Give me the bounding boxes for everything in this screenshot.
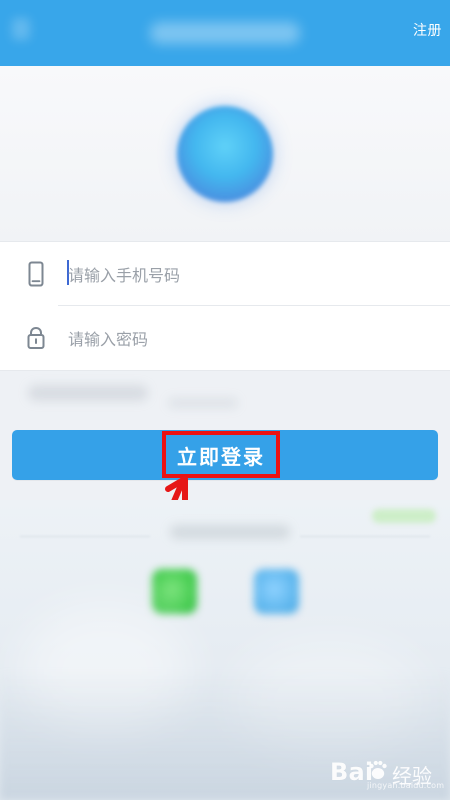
- third-party-label-blur: [170, 525, 290, 539]
- remember-password-blur: [28, 385, 148, 401]
- avatar: [177, 106, 273, 202]
- register-link[interactable]: 注册: [413, 20, 442, 40]
- back-button[interactable]: [12, 18, 30, 40]
- remember-password-blur-secondary: [168, 398, 238, 408]
- password-input[interactable]: 请输入密码: [68, 326, 148, 350]
- baidu-watermark: Bai 经验 jingyan.baidu.com: [330, 752, 445, 792]
- mobile-phone-icon: [22, 260, 50, 288]
- password-input-row[interactable]: 请输入密码: [0, 306, 450, 370]
- status-pill-blur: [372, 509, 436, 523]
- login-form: 请输入手机号码 请输入密码: [0, 241, 450, 371]
- watermark-url: jingyan.baidu.com: [367, 781, 445, 790]
- phone-input[interactable]: 请输入手机号码: [68, 262, 180, 286]
- qq-login-button[interactable]: [254, 569, 299, 614]
- wechat-login-button[interactable]: [152, 569, 197, 614]
- header-title-blur: [150, 22, 300, 44]
- paw-icon: [364, 756, 392, 784]
- divider-right-blur: [300, 536, 430, 537]
- phone-input-row[interactable]: 请输入手机号码: [0, 242, 450, 306]
- login-button-label: 立即登录: [177, 445, 265, 469]
- app-header: 注册: [0, 0, 450, 66]
- lock-icon: [22, 324, 50, 352]
- divider-left-blur: [20, 536, 150, 537]
